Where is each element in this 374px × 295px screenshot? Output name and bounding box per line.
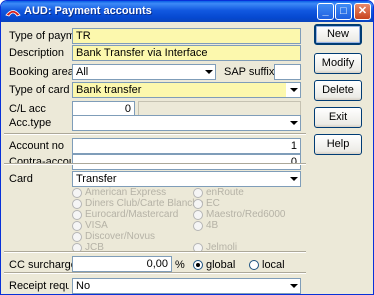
sap-suffix-label: SAP suffix xyxy=(224,66,275,78)
cl-acc-label: C/L acc xyxy=(9,103,46,115)
receipt-required-label: Receipt require xyxy=(9,280,69,292)
receipt-required-value: No xyxy=(76,280,91,292)
maximize-button[interactable]: □ xyxy=(335,3,352,20)
close-button[interactable]: ✕ xyxy=(354,3,371,20)
card-option-radio[interactable] xyxy=(72,188,82,198)
card-option-visa: VISA xyxy=(85,220,108,231)
percent-unit: % xyxy=(175,259,185,271)
card-option-radio[interactable] xyxy=(193,210,203,220)
divider xyxy=(4,133,306,135)
delete-button[interactable]: Delete xyxy=(314,80,362,101)
cc-surcharge-label: CC surcharge xyxy=(9,259,77,271)
type-of-card-label: Type of card xyxy=(9,84,70,96)
chevron-down-icon[interactable] xyxy=(286,83,300,97)
card-option-radio[interactable] xyxy=(72,199,82,209)
description-label: Description xyxy=(9,47,65,59)
card-option-eurocard: Eurocard/Mastercard xyxy=(85,209,179,220)
card-option-ec: EC xyxy=(206,198,220,209)
local-radio-label: local xyxy=(262,259,285,271)
chevron-down-icon[interactable] xyxy=(286,116,300,130)
help-button[interactable]: Help xyxy=(314,134,362,155)
window-title: AUD: Payment accounts xyxy=(24,5,152,17)
modify-button[interactable]: Modify xyxy=(314,53,362,74)
contra-account-field[interactable]: 0 xyxy=(72,154,301,170)
card-option-radio[interactable] xyxy=(193,221,203,231)
card-option-american-express: American Express xyxy=(85,187,167,198)
global-radio-label: global xyxy=(206,259,236,271)
card-option-radio[interactable] xyxy=(72,210,82,220)
card-value: Transfer xyxy=(76,173,117,185)
divider xyxy=(4,272,306,274)
form-area: Type of payment TR Description Bank Tran… xyxy=(4,23,306,294)
card-option-radio[interactable] xyxy=(72,221,82,231)
card-option-maestro: Maestro/Red6000 xyxy=(206,209,286,220)
card-option-radio[interactable] xyxy=(193,188,203,198)
minimize-icon: _ xyxy=(322,5,329,17)
chevron-down-icon[interactable] xyxy=(201,65,215,79)
divider xyxy=(4,163,306,165)
divider xyxy=(4,251,306,253)
sap-suffix-field[interactable] xyxy=(274,64,301,80)
card-option-radio[interactable] xyxy=(72,232,82,242)
account-no-label: Account no xyxy=(9,140,65,152)
cc-surcharge-field[interactable]: 0,00 xyxy=(72,256,172,272)
new-button[interactable]: New xyxy=(314,24,362,45)
card-label: Card xyxy=(9,173,33,185)
global-radio[interactable] xyxy=(193,260,203,270)
card-option-4b: 4B xyxy=(206,220,219,231)
type-of-payment-field[interactable]: TR xyxy=(72,28,301,44)
close-icon: ✕ xyxy=(357,5,368,17)
payment-accounts-window: AUD: Payment accounts _ □ ✕ Type of paym… xyxy=(0,0,374,295)
card-option-diners-club: Diners Club/Carte Blanche xyxy=(85,198,204,209)
acc-type-label: Acc.type xyxy=(9,117,52,129)
type-of-card-value: Bank transfer xyxy=(76,84,142,96)
card-option-enroute: enRoute xyxy=(206,187,244,198)
card-option-discover: Discover/Novus xyxy=(85,231,156,242)
card-option-radio[interactable] xyxy=(193,199,203,209)
red-app-icon xyxy=(5,10,21,17)
acc-type-select[interactable] xyxy=(72,115,301,131)
receipt-required-select[interactable]: No xyxy=(72,278,301,294)
chevron-down-icon[interactable] xyxy=(286,279,300,293)
description-field[interactable]: Bank Transfer via Interface xyxy=(72,45,301,61)
booking-area-value: All xyxy=(76,66,89,78)
exit-button[interactable]: Exit xyxy=(314,107,362,128)
chevron-down-icon[interactable] xyxy=(286,172,300,186)
title-bar[interactable]: AUD: Payment accounts _ □ ✕ xyxy=(1,1,373,22)
booking-area-label: Booking area xyxy=(9,66,74,78)
maximize-icon: □ xyxy=(340,5,347,17)
account-no-field[interactable]: 1 xyxy=(72,138,301,154)
type-of-card-select[interactable]: Bank transfer xyxy=(72,82,301,98)
booking-area-select[interactable]: All xyxy=(72,64,216,80)
card-select[interactable]: Transfer xyxy=(72,171,301,187)
minimize-button[interactable]: _ xyxy=(317,3,334,20)
local-radio[interactable] xyxy=(249,260,259,270)
